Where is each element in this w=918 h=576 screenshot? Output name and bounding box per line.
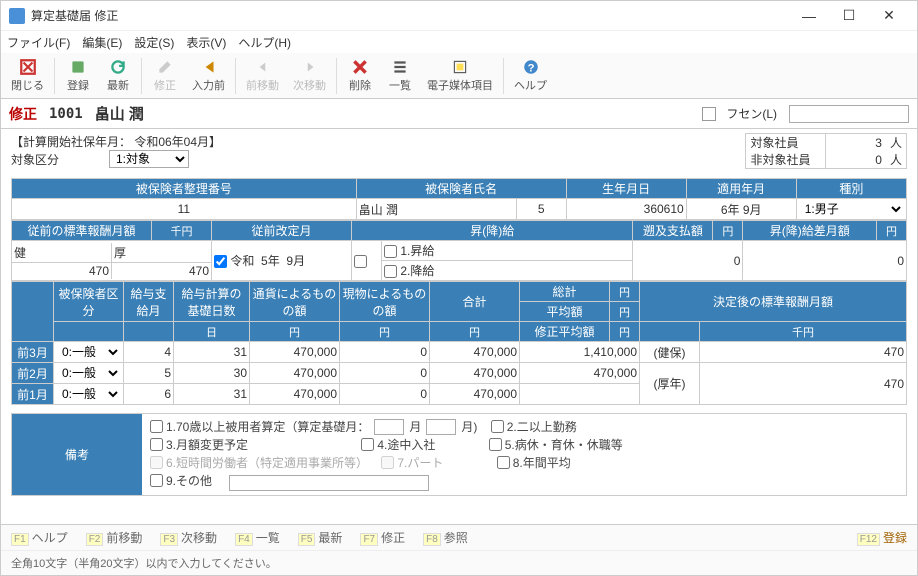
mode-label: 修正	[9, 104, 37, 124]
remark-2[interactable]: 2.二以上勤務	[491, 418, 577, 435]
employee-name: 畠山 潤	[95, 103, 144, 124]
toolbar-help[interactable]: ?ヘルプ	[508, 56, 553, 95]
div-select-2[interactable]: 0:一般	[56, 364, 121, 382]
status-list[interactable]: F4一覧	[235, 529, 280, 546]
status-help[interactable]: F1ヘルプ	[11, 529, 68, 546]
employee-id: 1001	[49, 106, 83, 122]
close-window-button[interactable]: ✕	[869, 4, 909, 28]
type-select[interactable]: 1:男子	[799, 200, 904, 218]
remark-1[interactable]: 1.70歳以上被用者算定（算定基礎月：月月)	[150, 418, 477, 435]
status-edit[interactable]: F7修正	[360, 529, 405, 546]
table-row: 前3月 0:一般 4 31 470,000 0 470,000 1,410,00…	[12, 342, 907, 363]
toolbar-emedia[interactable]: 電子媒体項目	[421, 56, 499, 95]
remark-6: 6.短時間労働者（特定適用事業所等）	[150, 454, 368, 471]
toolbar-close[interactable]: 閉じる	[5, 56, 50, 95]
remark-5[interactable]: 5.病休・育休・休職等	[489, 436, 623, 453]
remark-9[interactable]: 9.その他	[150, 472, 212, 489]
fusen-checkbox[interactable]	[702, 107, 716, 121]
target-div-select[interactable]: 1:対象	[109, 150, 189, 168]
calc-start-label: 【計算開始社保年月： 令和06年04月】	[11, 133, 221, 150]
monthly-table: 被保険者区分 給与支給月 給与計算の基礎日数 通貨によるものの額 現物によるもの…	[11, 281, 907, 405]
menu-setting[interactable]: 設定(S)	[134, 34, 174, 51]
window-title: 算定基礎届 修正	[31, 7, 789, 24]
status-prev[interactable]: F2前移動	[86, 529, 143, 546]
remark-8[interactable]: 8.年間平均	[497, 454, 571, 471]
toolbar-delete[interactable]: 削除	[341, 56, 379, 95]
table-row: 前2月 0:一般 5 30 470,000 0 470,000 470,000 …	[12, 363, 907, 384]
remark-1-month2[interactable]	[426, 419, 456, 435]
remarks-section: 備考 1.70歳以上被用者算定（算定基礎月：月月) 2.二以上勤務 3.月額変更…	[11, 413, 907, 496]
toolbar-next-move: 次移動	[287, 56, 332, 95]
down-check[interactable]	[384, 265, 397, 278]
div-select-1[interactable]: 0:一般	[56, 385, 121, 403]
toolbar-refresh[interactable]: 最新	[99, 56, 137, 95]
maximize-button[interactable]: ☐	[829, 4, 869, 28]
toolbar-edit: 修正	[146, 56, 184, 95]
menu-view[interactable]: 表示(V)	[186, 34, 226, 51]
remarks-header: 備考	[12, 414, 142, 495]
upgdn-check[interactable]	[354, 255, 367, 268]
remark-other-input[interactable]	[229, 475, 429, 491]
toolbar-prev-move: 前移動	[240, 56, 285, 95]
svg-text:?: ?	[527, 63, 534, 75]
remark-7: 7.パート	[381, 454, 443, 471]
menu-file[interactable]: ファイル(F)	[7, 34, 70, 51]
target-div-label: 対象区分	[11, 151, 101, 168]
toolbar-prev-input[interactable]: 入力前	[186, 56, 231, 95]
prev-remuneration-table: 従前の標準報酬月額 千円 従前改定月 昇(降)給 遡及支払額 円 昇(降)給差月…	[11, 220, 907, 281]
fusen-label: フセン(L)	[726, 105, 777, 122]
div-select-3[interactable]: 0:一般	[56, 343, 121, 361]
menu-edit[interactable]: 編集(E)	[82, 34, 122, 51]
up-check[interactable]	[384, 245, 397, 258]
status-next[interactable]: F3次移動	[160, 529, 217, 546]
fusen-input[interactable]	[789, 105, 909, 123]
reiwa-checkbox[interactable]	[214, 255, 227, 268]
insured-table: 被保険者整理番号 被保険者氏名 生年月日 適用年月 種別 11 畠山 潤 5 3…	[11, 178, 907, 220]
counts-table: 対象社員3人 非対象社員0人	[745, 133, 907, 169]
remark-3[interactable]: 3.月額変更予定	[150, 436, 248, 453]
status-ref[interactable]: F8参照	[423, 529, 468, 546]
hint-bar: 全角10文字（半角20文字）以内で入力してください。	[1, 550, 917, 575]
status-refresh[interactable]: F5最新	[298, 529, 343, 546]
minimize-button[interactable]: —	[789, 4, 829, 28]
remark-4[interactable]: 4.途中入社	[361, 436, 435, 453]
toolbar-register[interactable]: 登録	[59, 56, 97, 95]
status-register[interactable]: F12登録	[857, 529, 907, 546]
remark-1-month1[interactable]	[374, 419, 404, 435]
menu-help[interactable]: ヘルプ(H)	[238, 34, 291, 51]
app-icon	[9, 8, 25, 24]
toolbar-list[interactable]: 一覧	[381, 56, 419, 95]
